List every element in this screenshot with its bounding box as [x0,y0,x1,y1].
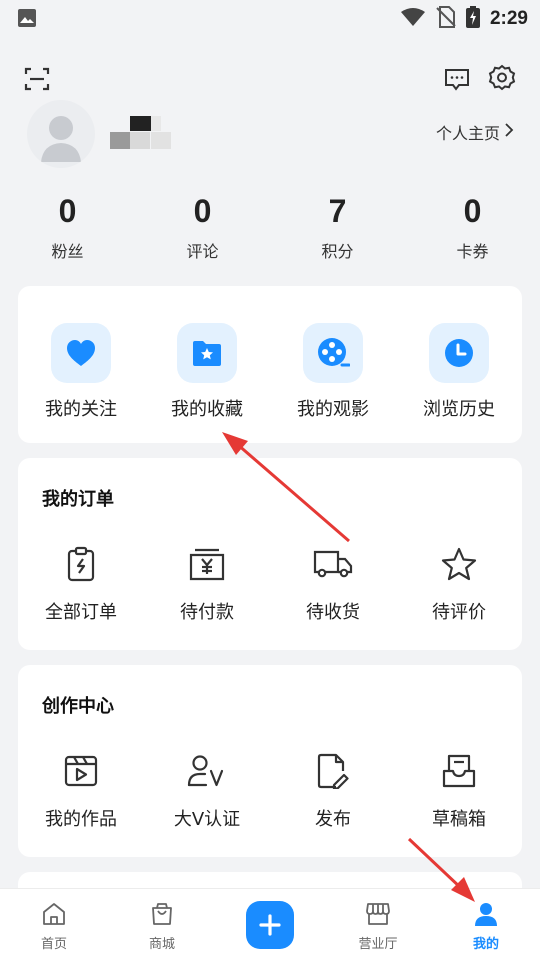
message-icon[interactable] [444,66,470,96]
creation-center-card: 创作中心 我的作品 大V认证 发布 草稿箱 [18,665,522,857]
stats-row: 0 粉丝 0 评论 7 积分 0 卡券 [0,190,540,262]
order-label: 待评价 [432,602,486,623]
stat-label: 积分 [321,242,354,261]
stat-label: 卡券 [456,242,489,261]
top-bar [0,64,540,96]
personal-homepage-link[interactable]: 个人主页 [436,120,514,144]
document-edit-icon [313,751,353,791]
avatar[interactable] [27,100,95,168]
stat-coupons[interactable]: 0 卡券 [405,190,540,262]
home-icon [41,902,67,930]
order-label: 全部订单 [45,602,117,623]
quick-action-following[interactable]: 我的关注 [18,323,144,421]
orders-title: 我的订单 [42,489,114,510]
gallery-notification-icon [17,8,37,32]
creation-my-works[interactable]: 我的作品 [18,751,144,831]
creation-label: 我的作品 [45,809,117,830]
person-icon [473,902,499,930]
film-reel-icon [303,323,363,383]
wifi-icon [400,7,426,31]
order-label: 待付款 [180,602,234,623]
quick-actions-card: 我的关注 我的收藏 我的观影 浏览历史 [18,286,522,443]
no-sim-icon [436,6,456,32]
shopping-bag-icon [150,902,174,930]
clipboard-icon [61,544,101,584]
settings-gear-icon[interactable] [488,64,516,96]
tab-label: 我的 [472,937,499,952]
creation-big-v-certification[interactable]: 大V认证 [144,751,270,831]
creation-grid: 我的作品 大V认证 发布 草稿箱 [18,751,522,831]
creation-drafts[interactable]: 草稿箱 [396,751,522,831]
tab-home[interactable]: 首页 [0,889,108,960]
user-v-icon [187,751,227,791]
profile-header: 个人主页 [0,100,540,168]
stat-value: 7 [328,193,347,229]
stat-label: 评论 [186,242,219,261]
homepage-link-label: 个人主页 [435,124,500,143]
store-icon [365,902,391,930]
truck-icon [313,544,353,584]
tab-service-hall[interactable]: 营业厅 [324,889,432,960]
creation-label: 发布 [315,809,351,830]
order-all[interactable]: 全部订单 [18,544,144,624]
stat-followers[interactable]: 0 粉丝 [0,190,135,262]
creation-label: 大V认证 [173,809,241,830]
tab-create-plus[interactable] [216,889,324,960]
quick-action-history[interactable]: 浏览历史 [396,323,522,421]
clock-icon [429,323,489,383]
stat-comments[interactable]: 0 评论 [135,190,270,262]
stat-value: 0 [58,193,77,229]
status-bar: 2:29 [0,0,540,36]
creation-label: 草稿箱 [432,809,486,830]
creation-publish[interactable]: 发布 [270,751,396,831]
order-pending-payment[interactable]: 待付款 [144,544,270,624]
quick-action-label: 浏览历史 [423,399,495,420]
heart-icon [51,323,111,383]
quick-actions-grid: 我的关注 我的收藏 我的观影 浏览历史 [18,323,522,421]
star-outline-icon [439,544,479,584]
star-folder-icon [177,323,237,383]
order-pending-review[interactable]: 待评价 [396,544,522,624]
quick-action-favorites[interactable]: 我的收藏 [144,323,270,421]
stat-points[interactable]: 7 积分 [270,190,405,262]
yuan-wallet-icon [187,544,227,584]
tab-mall[interactable]: 商城 [108,889,216,960]
tab-mine[interactable]: 我的 [432,889,540,960]
stat-value: 0 [193,193,212,229]
orders-card: 我的订单 全部订单 待付款 待收货 待评价 [18,458,522,650]
draft-tray-icon [439,751,479,791]
quick-action-label: 我的收藏 [171,399,243,420]
video-clapper-icon [61,751,101,791]
order-label: 待收货 [306,602,360,623]
quick-action-label: 我的观影 [297,399,369,420]
tab-label: 首页 [40,937,67,952]
quick-action-watched[interactable]: 我的观影 [270,323,396,421]
order-pending-receipt[interactable]: 待收货 [270,544,396,624]
tab-label: 营业厅 [358,937,398,952]
tab-label: 商城 [148,937,175,952]
scan-icon[interactable] [24,66,50,96]
creation-title: 创作中心 [42,696,114,717]
username-pixelated [110,116,172,150]
stat-label: 粉丝 [51,242,84,261]
quick-action-label: 我的关注 [45,399,117,420]
plus-icon [246,901,294,949]
stat-value: 0 [463,193,482,229]
battery-charging-icon [465,6,480,32]
status-time: 2:29 [489,8,528,29]
chevron-right-icon [504,122,514,142]
orders-grid: 全部订单 待付款 待收货 待评价 [18,544,522,624]
bottom-tab-bar: 首页 商城 营业厅 我的 [0,888,540,960]
